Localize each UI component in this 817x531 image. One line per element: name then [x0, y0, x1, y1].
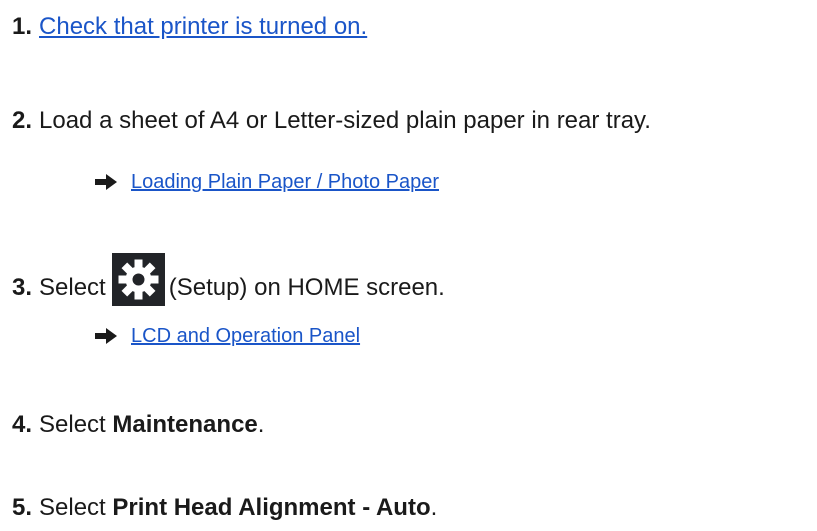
step-text-before: Select — [39, 411, 106, 438]
step-1: 1. Check that printer is turned on. — [12, 13, 367, 41]
check-printer-on-link[interactable]: Check that printer is turned on. — [39, 13, 367, 41]
step-text-before: Select — [39, 494, 106, 521]
menu-item-name: Maintenance — [112, 411, 258, 438]
step-text-before: Select — [39, 273, 106, 301]
menu-item-name: Print Head Alignment - Auto — [112, 494, 431, 521]
step-3-reference: LCD and Operation Panel — [93, 324, 360, 348]
step-4: 4. Select Maintenance. — [12, 411, 264, 439]
right-arrow-icon — [95, 174, 117, 190]
step-text-after: . — [430, 494, 438, 521]
lcd-operation-panel-link[interactable]: LCD and Operation Panel — [131, 324, 360, 348]
step-2: 2. Load a sheet of A4 or Letter-sized pl… — [12, 107, 651, 135]
step-5: 5. Select Print Head Alignment - Auto. — [12, 494, 437, 522]
step-text-after: (Setup) on HOME screen. — [168, 273, 445, 301]
step-number: 5. — [12, 494, 33, 521]
loading-plain-paper-link[interactable]: Loading Plain Paper / Photo Paper — [131, 170, 439, 194]
step-text: Load a sheet of A4 or Letter-sized plain… — [39, 107, 651, 134]
step-text-after: . — [257, 411, 265, 438]
gear-icon — [111, 253, 165, 306]
step-number: 1. — [12, 13, 33, 40]
step-2-reference: Loading Plain Paper / Photo Paper — [93, 170, 439, 194]
step-3: 3. Select (Setup) on HOME screen. — [12, 253, 445, 314]
step-number: 3. — [12, 273, 33, 301]
step-number: 2. — [12, 107, 33, 134]
right-arrow-icon — [95, 328, 117, 344]
step-number: 4. — [12, 411, 33, 438]
